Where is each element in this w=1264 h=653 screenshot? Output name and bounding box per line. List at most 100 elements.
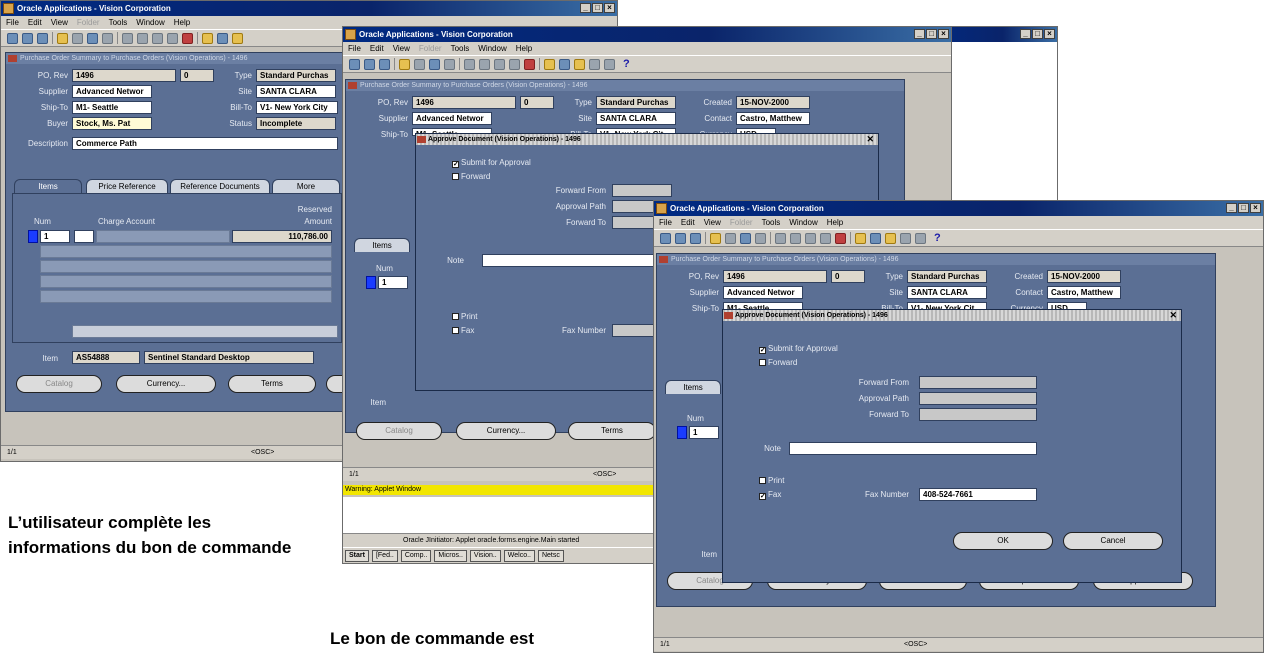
po-number-field[interactable]: 1496 — [723, 270, 827, 283]
delete-record-icon[interactable] — [182, 32, 193, 44]
item-code-field[interactable]: AS54888 — [72, 351, 140, 364]
close-icon[interactable]: ✕ — [1169, 310, 1177, 321]
line-num-field[interactable]: 1 — [40, 230, 70, 243]
print-icon[interactable] — [740, 232, 751, 244]
minimize-icon[interactable]: _ — [1020, 29, 1031, 39]
maximize-icon[interactable]: □ — [1032, 29, 1043, 39]
supplier-field[interactable]: Advanced Networ — [723, 286, 803, 299]
contact-field[interactable]: Castro, Matthew — [736, 112, 810, 125]
delete-record-icon[interactable] — [835, 232, 846, 244]
print-checkbox[interactable]: Print — [452, 312, 477, 321]
line-type-field[interactable] — [74, 230, 94, 243]
paste-icon[interactable] — [152, 32, 163, 44]
close-icon[interactable]: × — [1250, 203, 1261, 213]
new-icon[interactable] — [7, 32, 18, 44]
ok-button[interactable]: OK — [953, 532, 1053, 550]
menu-view[interactable]: View — [704, 216, 721, 229]
new-record-icon[interactable] — [820, 232, 831, 244]
close-icon[interactable]: ✕ — [866, 134, 874, 145]
description-field[interactable]: Commerce Path — [72, 137, 338, 150]
help-icon[interactable]: ? — [934, 232, 941, 244]
minimize-icon[interactable]: _ — [580, 3, 591, 13]
table-row[interactable] — [40, 260, 332, 273]
fax-checkbox[interactable]: Fax — [452, 326, 474, 335]
supplier-field[interactable]: Advanced Networ — [412, 112, 492, 125]
close-form-icon[interactable] — [755, 232, 766, 244]
tab-items[interactable]: Items — [354, 238, 410, 252]
cut-icon[interactable] — [464, 58, 475, 70]
maximize-icon[interactable]: □ — [592, 3, 603, 13]
print-checkbox[interactable]: Print — [759, 476, 784, 485]
type-field[interactable]: Standard Purchas — [596, 96, 676, 109]
taskbar-item[interactable]: Vision.. — [469, 549, 501, 562]
next-step-icon[interactable] — [725, 232, 736, 244]
cut-icon[interactable] — [122, 32, 133, 44]
folder-icon[interactable] — [900, 232, 911, 244]
save-icon[interactable] — [710, 232, 721, 244]
new-record-icon[interactable] — [509, 58, 520, 70]
find-icon[interactable] — [675, 232, 686, 244]
delete-record-icon[interactable] — [524, 58, 535, 70]
copy-icon[interactable] — [479, 58, 490, 70]
minimize-icon[interactable]: _ — [1226, 203, 1237, 213]
table-row[interactable] — [40, 290, 332, 303]
cut-icon[interactable] — [775, 232, 786, 244]
paste-icon[interactable] — [805, 232, 816, 244]
ship-to-field[interactable]: M1- Seattle — [72, 101, 152, 114]
maximize-icon[interactable]: □ — [926, 29, 937, 39]
forward-checkbox[interactable]: Forward — [452, 172, 490, 181]
cancel-button[interactable]: Cancel — [1063, 532, 1163, 550]
charge-account-field[interactable] — [96, 230, 230, 243]
submit-for-approval-checkbox[interactable]: ✓ Submit for Approval — [759, 344, 838, 354]
taskbar-item[interactable]: Welco.. — [503, 549, 535, 562]
close-icon[interactable]: × — [604, 3, 615, 13]
status-field[interactable]: Incomplete — [256, 117, 336, 130]
supplier-field[interactable]: Advanced Networ — [72, 85, 152, 98]
currency-button[interactable]: Currency... — [456, 422, 556, 440]
catalog-button[interactable]: Catalog — [356, 422, 442, 440]
type-field[interactable]: Standard Purchas — [907, 270, 987, 283]
edit-field-icon[interactable] — [202, 32, 213, 44]
attachments-icon[interactable] — [232, 32, 243, 44]
taskbar-item[interactable]: Netsc — [537, 549, 564, 562]
next-step-icon[interactable] — [72, 32, 83, 44]
catalog-button[interactable]: Catalog — [16, 375, 102, 393]
site-field[interactable]: SANTA CLARA — [256, 85, 336, 98]
zoom-icon[interactable] — [870, 232, 881, 244]
menu-view[interactable]: View — [393, 42, 410, 55]
note-field[interactable] — [482, 254, 682, 267]
find-icon[interactable] — [364, 58, 375, 70]
menu-view[interactable]: View — [51, 16, 68, 29]
site-field[interactable]: SANTA CLARA — [907, 286, 987, 299]
menu-help[interactable]: Help — [174, 16, 190, 29]
menu-edit[interactable]: Edit — [370, 42, 384, 55]
zoom-icon[interactable] — [217, 32, 228, 44]
minimize-icon[interactable]: _ — [914, 29, 925, 39]
line-num-field[interactable]: 1 — [378, 276, 408, 289]
tab-reference-documents[interactable]: Reference Documents — [170, 179, 270, 193]
revision-field[interactable]: 0 — [831, 270, 865, 283]
window-controls[interactable]: _ □ × — [914, 29, 949, 39]
tab-items[interactable]: Items — [14, 179, 82, 193]
save-icon[interactable] — [57, 32, 68, 44]
horizontal-scrollbar[interactable] — [72, 325, 338, 338]
forward-checkbox[interactable]: Forward — [759, 358, 797, 367]
submit-for-approval-checkbox[interactable]: ✓ Submit for Approval — [452, 158, 531, 168]
new-icon[interactable] — [349, 58, 360, 70]
attachments-icon[interactable] — [574, 58, 585, 70]
edit-field-icon[interactable] — [544, 58, 555, 70]
close-icon[interactable]: × — [938, 29, 949, 39]
menu-file[interactable]: File — [6, 16, 19, 29]
table-row[interactable] — [40, 245, 332, 258]
menu-window[interactable]: Window — [789, 216, 817, 229]
navigator-icon[interactable] — [37, 32, 48, 44]
menu-edit[interactable]: Edit — [681, 216, 695, 229]
taskbar-item[interactable]: [Fed.. — [371, 549, 398, 562]
menu-edit[interactable]: Edit — [28, 16, 42, 29]
folder-icon[interactable] — [589, 58, 600, 70]
new-record-icon[interactable] — [167, 32, 178, 44]
menu-help[interactable]: Help — [516, 42, 532, 55]
window-controls[interactable]: _ □ × — [580, 3, 615, 13]
close-form-icon[interactable] — [444, 58, 455, 70]
attachments-icon[interactable] — [885, 232, 896, 244]
